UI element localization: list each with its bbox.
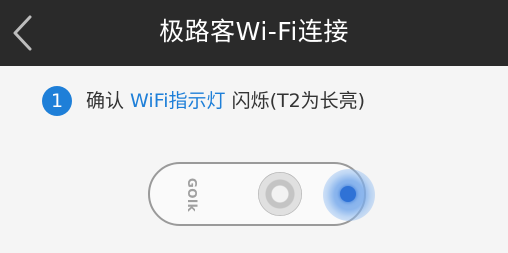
top-bar: 极路客Wi-Fi连接 — [0, 0, 508, 66]
page-title: 极路客Wi-Fi连接 — [159, 17, 349, 46]
step-text: 确认 WiFi指示灯 闪烁(T2为长亮) — [86, 86, 365, 116]
wifi-indicator-light — [340, 186, 356, 202]
device-logo: GOlk — [185, 177, 199, 213]
device-power-button — [258, 172, 302, 216]
instruction-panel: 1 确认 WiFi指示灯 闪烁(T2为长亮) GOlk — [0, 66, 508, 253]
step-number-badge: 1 — [42, 86, 72, 116]
step-text-highlight: WiFi指示灯 — [130, 90, 226, 112]
step-text-suffix: 闪烁(T2为长亮) — [225, 90, 366, 112]
step-instruction: 1 确认 WiFi指示灯 闪烁(T2为长亮) — [42, 86, 365, 116]
step-text-prefix: 确认 — [86, 90, 131, 112]
